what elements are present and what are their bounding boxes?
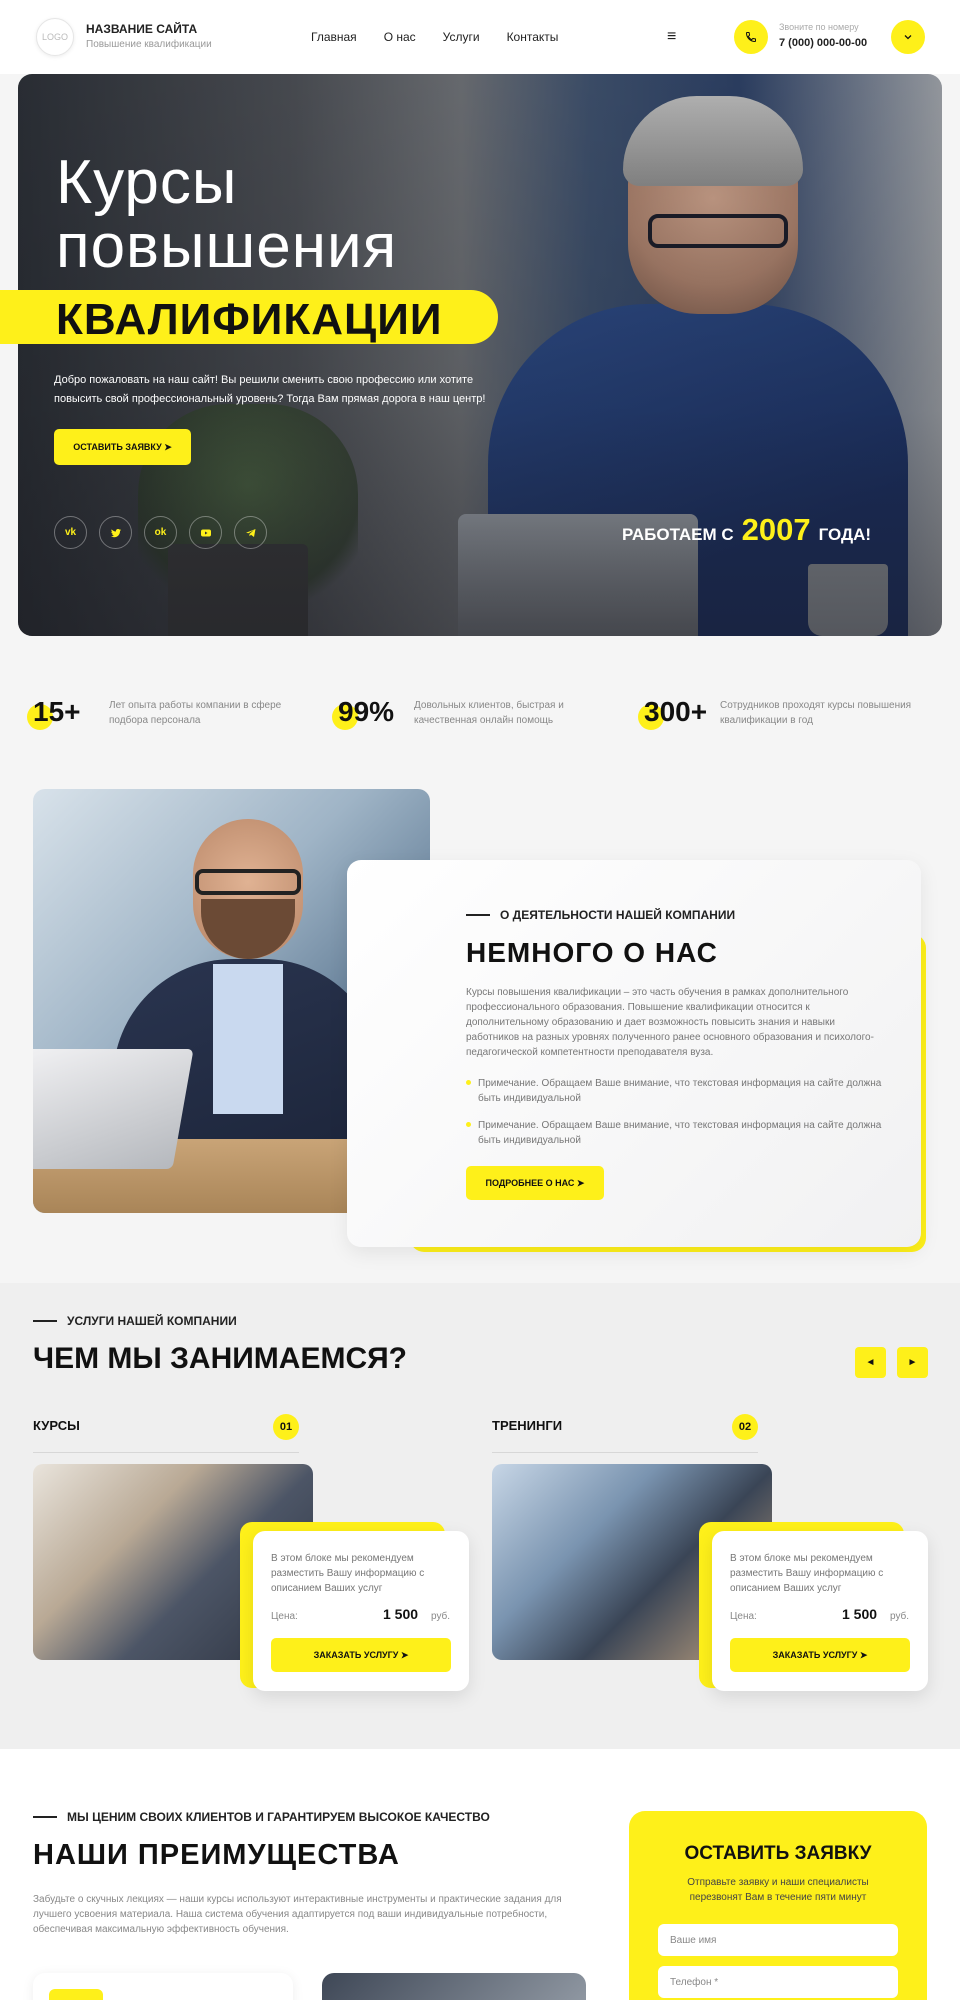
- advantages-kicker-text: МЫ ЦЕНИМ СВОИХ КЛИЕНТОВ И ГАРАНТИРУЕМ ВЫ…: [67, 1810, 490, 1824]
- about-description: Курсы повышения квалификации – это часть…: [466, 987, 874, 1058]
- kicker-line: [466, 914, 490, 916]
- service-description: В этом блоке мы рекомендуем разместить В…: [730, 1553, 884, 1594]
- services-title: ЧЕМ МЫ ЗАНИМАЕМСЯ?: [33, 1342, 408, 1375]
- kicker-line: [33, 1320, 57, 1322]
- service-divider: [33, 1452, 299, 1453]
- hero-description: Добро пожаловать на наш сайт! Вы решили …: [54, 374, 486, 405]
- service-description: В этом блоке мы рекомендуем разместить В…: [271, 1553, 425, 1594]
- about-man-shirt: [213, 964, 283, 1114]
- price-value: 1 500: [842, 1606, 878, 1622]
- advantage-photo: [322, 1973, 586, 2000]
- twitter-icon[interactable]: [99, 516, 132, 549]
- phone-icon[interactable]: [734, 20, 768, 54]
- service-number: 01: [273, 1414, 299, 1440]
- services-kicker: УСЛУГИ НАШЕЙ КОМПАНИИ: [33, 1314, 237, 1328]
- form-title: ОСТАВИТЬ ЗАЯВКУ: [684, 1843, 872, 1864]
- site-header: LOGO НАЗВАНИЕ САЙТА Повышение квалификац…: [0, 0, 960, 74]
- about-laptop: [33, 1049, 194, 1169]
- carousel-next-button[interactable]: ►: [897, 1347, 928, 1378]
- about-kicker: О ДЕЯТЕЛЬНОСТИ НАШЕЙ КОМПАНИИ: [466, 908, 735, 922]
- stat-item: 99% Довольных клиентов, быстрая и качест…: [332, 696, 564, 730]
- hero-title-highlight: КВАЛИФИКАЦИИ: [56, 295, 443, 344]
- price-currency: руб.: [890, 1611, 910, 1622]
- nav-item-services[interactable]: Услуги: [443, 30, 480, 44]
- hero-cta-button[interactable]: ОСТАВИТЬ ЗАЯВКУ ➤: [54, 429, 191, 465]
- hamburger-icon[interactable]: ≡: [667, 28, 676, 46]
- about-note: Примечание. Обращаем Ваше внимание, что …: [466, 1076, 886, 1106]
- site-subtitle: Повышение квалификации: [86, 39, 212, 50]
- about-title: НЕМНОГО О НАС: [466, 937, 718, 968]
- price-label: Цена:: [730, 1611, 757, 1622]
- about-kicker-text: О ДЕЯТЕЛЬНОСТИ НАШЕЙ КОМПАНИИ: [500, 908, 736, 922]
- youtube-icon[interactable]: [189, 516, 222, 549]
- phone-number[interactable]: 7 (000) 000-00-00: [779, 37, 867, 49]
- form-subtitle: Отправьте заявку и наши специалисты пере…: [687, 1877, 869, 1903]
- since-prefix: РАБОТАЕМ С: [622, 525, 734, 544]
- since-badge: РАБОТАЕМ С 2007 ГОДА!: [622, 512, 871, 548]
- advantages-kicker: МЫ ЦЕНИМ СВОИХ КЛИЕНТОВ И ГАРАНТИРУЕМ ВЫ…: [33, 1810, 490, 1824]
- since-year: 2007: [741, 512, 811, 547]
- social-links: vk ok: [54, 516, 279, 549]
- main-nav: Главная О нас Услуги Контакты: [311, 30, 585, 44]
- stat-value: 300+: [644, 696, 708, 727]
- phone-label: Звоните по номеру: [779, 22, 859, 32]
- advantages-title: НАШИ ПРЕИМУЩЕСТВА: [33, 1839, 400, 1871]
- price-label: Цена:: [271, 1611, 298, 1622]
- order-service-button[interactable]: ЗАКАЗАТЬ УСЛУГУ ➤: [730, 1638, 910, 1672]
- advantages-description: Забудьте о скучных лекциях — наши курсы …: [33, 1894, 562, 1935]
- services-kicker-text: УСЛУГИ НАШЕЙ КОМПАНИИ: [67, 1314, 237, 1328]
- stat-value: 99%: [338, 696, 395, 727]
- service-title: КУРСЫ: [33, 1418, 80, 1433]
- stat-text: Сотрудников проходят курсы повышения ква…: [720, 700, 912, 726]
- odnoklassniki-icon[interactable]: ok: [144, 516, 177, 549]
- site-logo[interactable]: LOGO: [36, 18, 74, 56]
- service-title: ТРЕНИНГИ: [492, 1418, 563, 1433]
- phone-input[interactable]: [658, 1966, 898, 1998]
- nav-item-home[interactable]: Главная: [311, 30, 357, 44]
- hero-title-line1: Курсы: [56, 148, 238, 217]
- price-currency: руб.: [431, 1611, 451, 1622]
- carousel-prev-button[interactable]: ◄: [855, 1347, 886, 1378]
- logo-text: LOGO: [41, 32, 68, 42]
- vk-icon[interactable]: vk: [54, 516, 87, 549]
- about-man-beard: [201, 899, 295, 959]
- stat-text: Лет опыта работы компании в сфере подбор…: [109, 700, 282, 726]
- service-divider: [492, 1452, 758, 1453]
- stat-text: Довольных клиентов, быстрая и качественн…: [414, 700, 564, 726]
- chevron-down-icon[interactable]: [891, 20, 925, 54]
- name-input[interactable]: [658, 1924, 898, 1956]
- service-number: 02: [732, 1414, 758, 1440]
- site-title: НАЗВАНИЕ САЙТА: [86, 22, 198, 36]
- stat-value: 15+: [33, 696, 81, 727]
- about-more-button[interactable]: ПОДРОБНЕЕ О НАС ➤: [466, 1166, 604, 1200]
- advantage-card: [33, 1973, 293, 2000]
- stat-item: 15+ Лет опыта работы компании в сфере по…: [27, 696, 281, 730]
- service-card: В этом блоке мы рекомендуем разместить В…: [253, 1531, 469, 1691]
- about-man-glasses: [195, 869, 301, 895]
- nav-item-contacts[interactable]: Контакты: [507, 30, 559, 44]
- since-suffix: ГОДА!: [818, 525, 872, 544]
- stat-item: 300+ Сотрудников проходят курсы повышени…: [638, 696, 911, 730]
- advantage-icon-badge: [49, 1989, 103, 2000]
- nav-item-about[interactable]: О нас: [384, 30, 416, 44]
- hero-title-line2: повышения: [56, 212, 398, 281]
- about-note: Примечание. Обращаем Ваше внимание, что …: [466, 1118, 886, 1148]
- price-value: 1 500: [383, 1606, 419, 1622]
- kicker-line: [33, 1816, 57, 1818]
- service-card: В этом блоке мы рекомендуем разместить В…: [712, 1531, 928, 1691]
- telegram-icon[interactable]: [234, 516, 267, 549]
- order-service-button[interactable]: ЗАКАЗАТЬ УСЛУГУ ➤: [271, 1638, 451, 1672]
